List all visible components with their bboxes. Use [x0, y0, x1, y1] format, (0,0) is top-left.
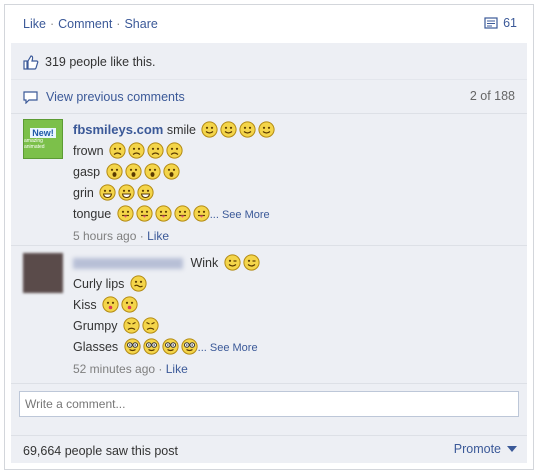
- comment-item: Wink Curly lips Kiss Grumpy Glasses ... …: [11, 253, 527, 384]
- share-count-value: 61: [503, 16, 517, 30]
- comment-body: fbsmileys.com smile frown gasp grin tong…: [73, 119, 276, 245]
- post-actions: Like · Comment · Share 61: [5, 5, 533, 43]
- separator: ·: [49, 17, 55, 31]
- speech-bubble-icon: [23, 90, 38, 104]
- comment-link[interactable]: Comment: [58, 17, 112, 31]
- kiss-emoji-group: [100, 296, 138, 313]
- comment-timestamp[interactable]: 5 hours ago: [73, 229, 136, 243]
- commenter-name-blurred[interactable]: [73, 258, 183, 270]
- comment-like-link[interactable]: Like: [166, 362, 188, 376]
- glasses-emoji-icon: [181, 338, 198, 355]
- tongue-emoji-group: [115, 205, 210, 222]
- separator: ·: [116, 17, 121, 31]
- view-previous-row: View previous comments 2 of 188: [11, 81, 527, 114]
- grin-emoji-icon: [118, 184, 135, 201]
- frown-emoji-icon: [109, 142, 126, 159]
- smile-emoji-icon: [201, 121, 219, 138]
- gasp-emoji-icon: [124, 163, 142, 180]
- smile-emoji-icon: [220, 121, 238, 138]
- comments-count: 2 of 188: [469, 89, 515, 103]
- kiss-emoji-icon: [102, 296, 119, 313]
- glasses-emoji-group: [122, 338, 198, 355]
- smile-emoji-group: [199, 121, 276, 138]
- see-more-link[interactable]: ... See More: [198, 342, 258, 354]
- likes-count-link[interactable]: 319 people like this.: [45, 55, 156, 69]
- avatar[interactable]: [23, 253, 63, 293]
- seen-count: 69,664 people saw this post: [23, 444, 178, 458]
- share-count[interactable]: 61: [484, 16, 517, 30]
- share-link[interactable]: Share: [124, 17, 157, 31]
- comment-line-gasp: gasp: [73, 165, 101, 179]
- see-more-link[interactable]: ... See More: [210, 209, 270, 221]
- promote-button[interactable]: Promote: [454, 442, 517, 456]
- tongue-emoji-icon: [155, 205, 172, 222]
- gasp-emoji-icon: [143, 163, 161, 180]
- tongue-emoji-icon: [136, 205, 153, 222]
- smile-emoji-icon: [239, 121, 257, 138]
- comment-line-grin: grin: [73, 186, 94, 200]
- comment-line-wink: Wink: [190, 256, 219, 270]
- tongue-emoji-icon: [117, 205, 134, 222]
- separator: ·: [139, 229, 144, 243]
- curly-lips-emoji-group: [128, 275, 147, 292]
- separator: ·: [158, 362, 163, 376]
- comment-like-link[interactable]: Like: [147, 229, 169, 243]
- frown-emoji-group: [107, 142, 183, 159]
- comment-item: New! amazing animated fbsmileys.com smil…: [11, 119, 527, 246]
- comment-line-curly-lips: Curly lips: [73, 277, 125, 291]
- gasp-emoji-icon: [105, 163, 123, 180]
- frown-emoji-icon: [166, 142, 183, 159]
- grumpy-emoji-icon: [142, 317, 159, 334]
- comment-line-glasses: Glasses: [73, 340, 119, 354]
- post-footer: 69,664 people saw this post Promote: [11, 435, 527, 466]
- post-panel: Like · Comment · Share 61 319 people lik…: [4, 4, 534, 470]
- glasses-emoji-icon: [143, 338, 160, 355]
- promote-label: Promote: [453, 442, 501, 456]
- likes-summary: 319 people like this.: [11, 45, 527, 80]
- wink-emoji-icon: [224, 254, 241, 271]
- glasses-emoji-icon: [162, 338, 179, 355]
- avatar-badge-text: New!: [30, 128, 56, 138]
- gasp-emoji-group: [104, 163, 180, 180]
- commenter-name-link[interactable]: fbsmileys.com: [73, 122, 163, 137]
- kiss-emoji-icon: [121, 296, 138, 313]
- triangle-down-icon: [507, 446, 517, 452]
- comment-line-smile: smile: [166, 123, 196, 137]
- write-comment-input[interactable]: [19, 391, 519, 417]
- tongue-emoji-icon: [174, 205, 191, 222]
- feedback-box: 319 people like this. View previous comm…: [11, 43, 527, 463]
- frown-emoji-icon: [147, 142, 164, 159]
- grin-emoji-icon: [137, 184, 154, 201]
- wink-emoji-group: [222, 254, 260, 271]
- comment-line-grumpy: Grumpy: [73, 319, 118, 333]
- view-previous-comments-link[interactable]: View previous comments: [46, 90, 185, 104]
- curly-emoji-icon: [130, 275, 147, 292]
- comment-line-tongue: tongue: [73, 207, 112, 221]
- glasses-emoji-icon: [124, 338, 141, 355]
- comment-line-kiss: Kiss: [73, 298, 97, 312]
- thumbs-up-icon: [23, 54, 39, 70]
- avatar-small-text: amazing animated: [24, 138, 45, 150]
- write-comment-box: [19, 391, 519, 419]
- frown-emoji-icon: [128, 142, 145, 159]
- comment-line-frown: frown: [73, 144, 104, 158]
- gasp-emoji-icon: [162, 163, 180, 180]
- comment-timestamp[interactable]: 52 minutes ago: [73, 362, 155, 376]
- avatar[interactable]: New! amazing animated: [23, 119, 63, 159]
- grumpy-emoji-icon: [123, 317, 140, 334]
- comment-body: Wink Curly lips Kiss Grumpy Glasses ... …: [73, 253, 260, 383]
- like-link[interactable]: Like: [23, 17, 46, 31]
- share-icon: [484, 16, 498, 29]
- grin-emoji-group: [97, 184, 154, 201]
- smile-emoji-icon: [258, 121, 276, 138]
- grumpy-emoji-group: [121, 317, 159, 334]
- grin-emoji-icon: [99, 184, 116, 201]
- tongue-emoji-icon: [193, 205, 210, 222]
- wink-emoji-icon: [243, 254, 260, 271]
